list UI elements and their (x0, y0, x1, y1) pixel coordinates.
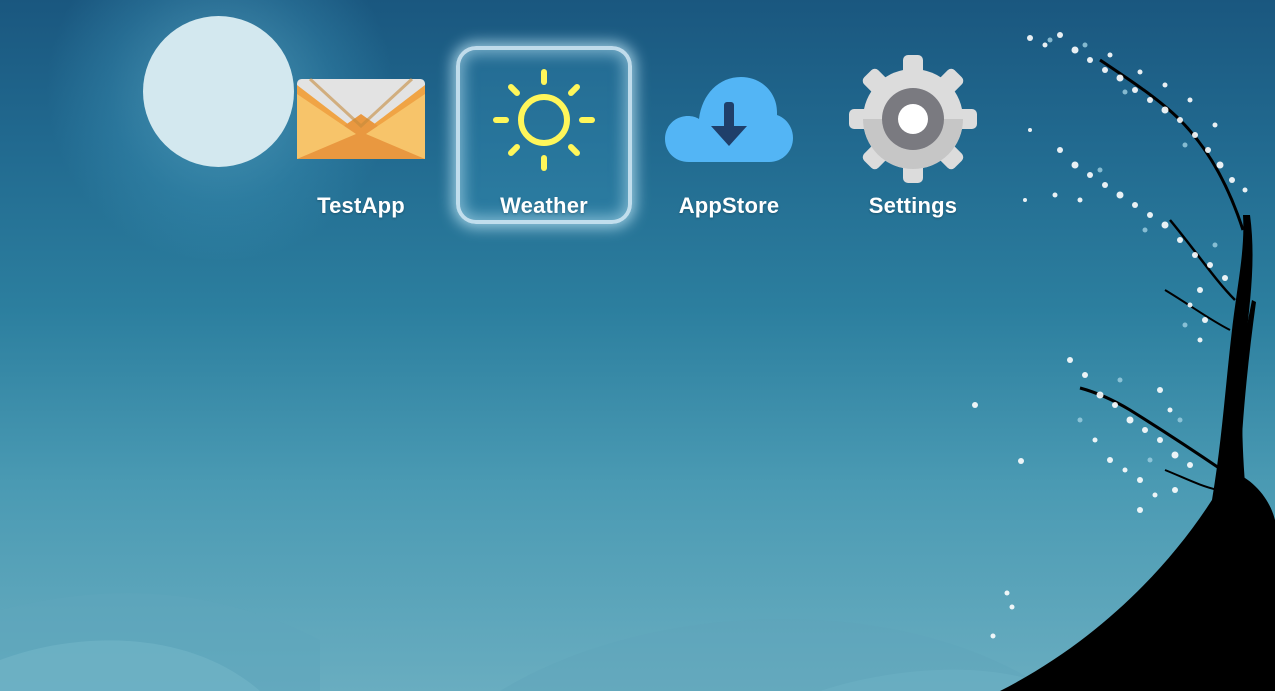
cloud-download-icon (665, 77, 793, 162)
app-label-settings: Settings (868, 193, 958, 218)
sun-icon (493, 69, 595, 171)
app-label-weather: Weather (500, 193, 588, 218)
app-testapp[interactable]: TestApp (271, 48, 451, 226)
app-weather[interactable]: Weather (454, 46, 634, 226)
app-settings[interactable]: Settings (823, 48, 1003, 226)
app-appstore[interactable]: AppStore (639, 48, 819, 226)
gear-icon (849, 55, 977, 183)
mail-envelope-icon (297, 77, 425, 159)
app-label-appstore: AppStore (678, 193, 780, 218)
app-label-testapp: TestApp (317, 193, 405, 218)
app-launcher: TestApp Weather AppStore Settings (0, 0, 1275, 691)
